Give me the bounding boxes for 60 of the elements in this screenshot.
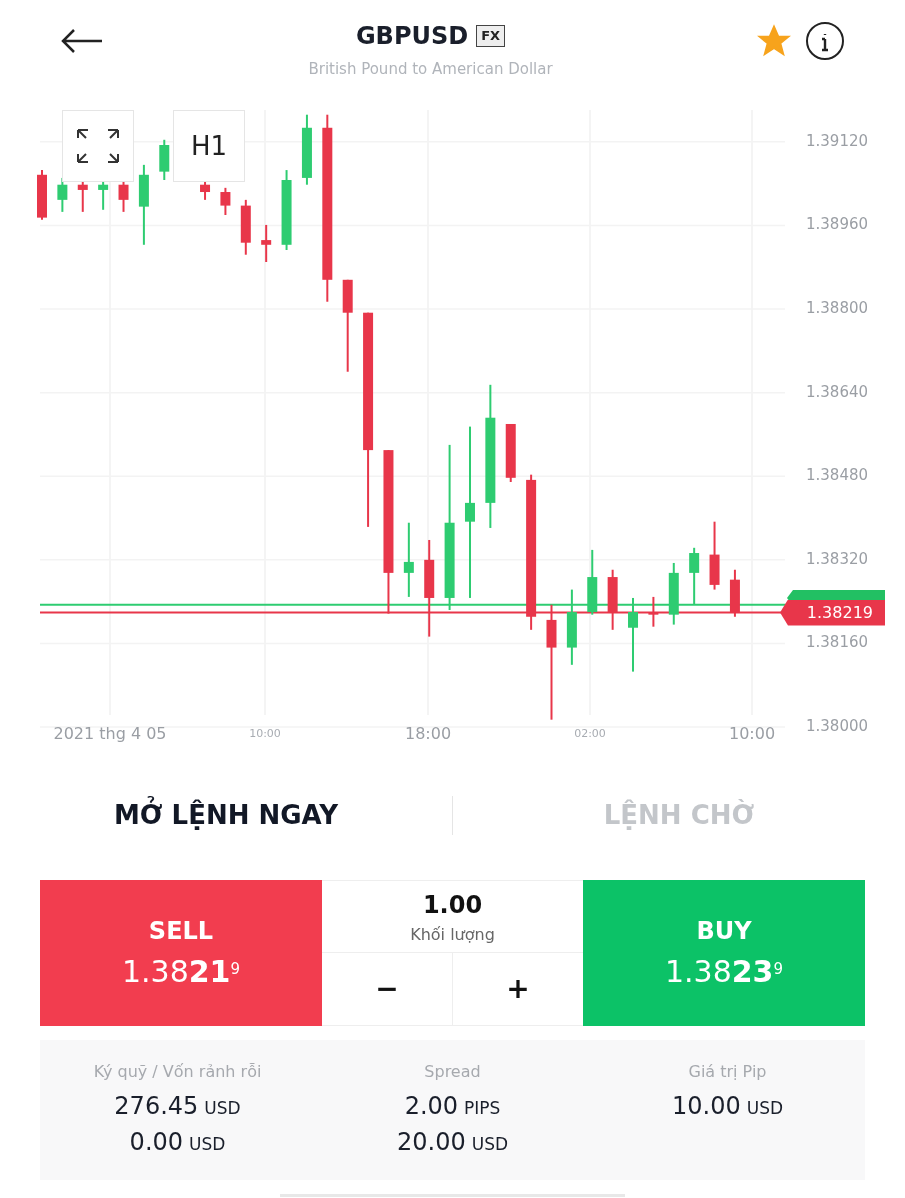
sell-button[interactable]: SELL 1.3821$^{9}$ [40, 880, 322, 1026]
price-axis-label: 1.38960 [806, 217, 869, 233]
stat-unit: PIPS [464, 1097, 501, 1120]
stat-value: 0.00 [129, 1127, 184, 1158]
stat-unit: USD [204, 1097, 241, 1120]
candle [159, 138, 170, 181]
stat-unit: USD [471, 1133, 508, 1156]
stat-value: 20.00 [396, 1127, 466, 1158]
candle [668, 561, 679, 626]
time-axis-label: 10:00 [249, 726, 281, 742]
expand-icon [76, 128, 120, 164]
decrease-button[interactable]: − [322, 953, 453, 1025]
timeframe-button[interactable]: H1 [173, 110, 245, 182]
candle [261, 223, 272, 264]
time-axis-label: 02:00 [574, 726, 606, 742]
candle [240, 198, 251, 256]
symbol-title: GBPUSD [355, 21, 469, 52]
price-axis-label: 1.38000 [806, 719, 869, 734]
candle [587, 548, 598, 616]
price-axis-label: 1.38320 [806, 551, 869, 567]
candle [37, 169, 47, 221]
candle [729, 568, 740, 618]
fullscreen-button[interactable] [62, 110, 134, 182]
candle [118, 179, 129, 213]
stat-label: Giá trị Pip [688, 1061, 767, 1083]
candle [200, 179, 211, 201]
candle [220, 186, 231, 216]
candle [77, 179, 88, 213]
candle [98, 179, 109, 211]
stat-value: 10.00 [671, 1091, 741, 1122]
back-arrow-icon[interactable] [60, 28, 104, 54]
candle [709, 520, 720, 591]
bid-price-tag: 1.38219 [780, 599, 885, 626]
market-badge: FX [476, 25, 506, 47]
price-axis-label: 1.39120 [806, 133, 869, 149]
time-axis-label: 10:00 [728, 723, 776, 745]
time-axis-label: 18:00 [404, 723, 452, 745]
candle [607, 568, 618, 631]
stat-label: Spread [424, 1061, 481, 1083]
candle [648, 595, 659, 628]
price-axis-label: 1.38160 [806, 635, 869, 651]
stat-unit: USD [746, 1097, 783, 1120]
price-axis-label: 1.38480 [806, 468, 869, 484]
order-tab[interactable]: MỞ LỆNH NGAY [113, 795, 339, 835]
time-axis-label: 2021 thg 4 05 [53, 723, 167, 745]
volume-value: 1.00 [422, 889, 483, 921]
info-icon[interactable] [805, 21, 845, 61]
stat-label: Ký quỹ / Vốn rảnh rỗi [93, 1061, 262, 1083]
star-icon[interactable] [757, 24, 791, 58]
stat-value: 276.45 [114, 1091, 199, 1122]
price-axis-label: 1.38640 [806, 384, 869, 400]
candle [505, 423, 516, 483]
symbol-subtitle: British Pound to American Dollar [308, 59, 553, 80]
increase-button[interactable]: + [453, 953, 583, 1025]
stat-unit: USD [189, 1133, 226, 1156]
candle [57, 176, 68, 213]
price-axis-label: 1.38800 [806, 301, 869, 317]
candle [689, 546, 700, 606]
stat-value: 2.00 [404, 1091, 459, 1122]
volume-label: Khối lượng [410, 923, 495, 946]
